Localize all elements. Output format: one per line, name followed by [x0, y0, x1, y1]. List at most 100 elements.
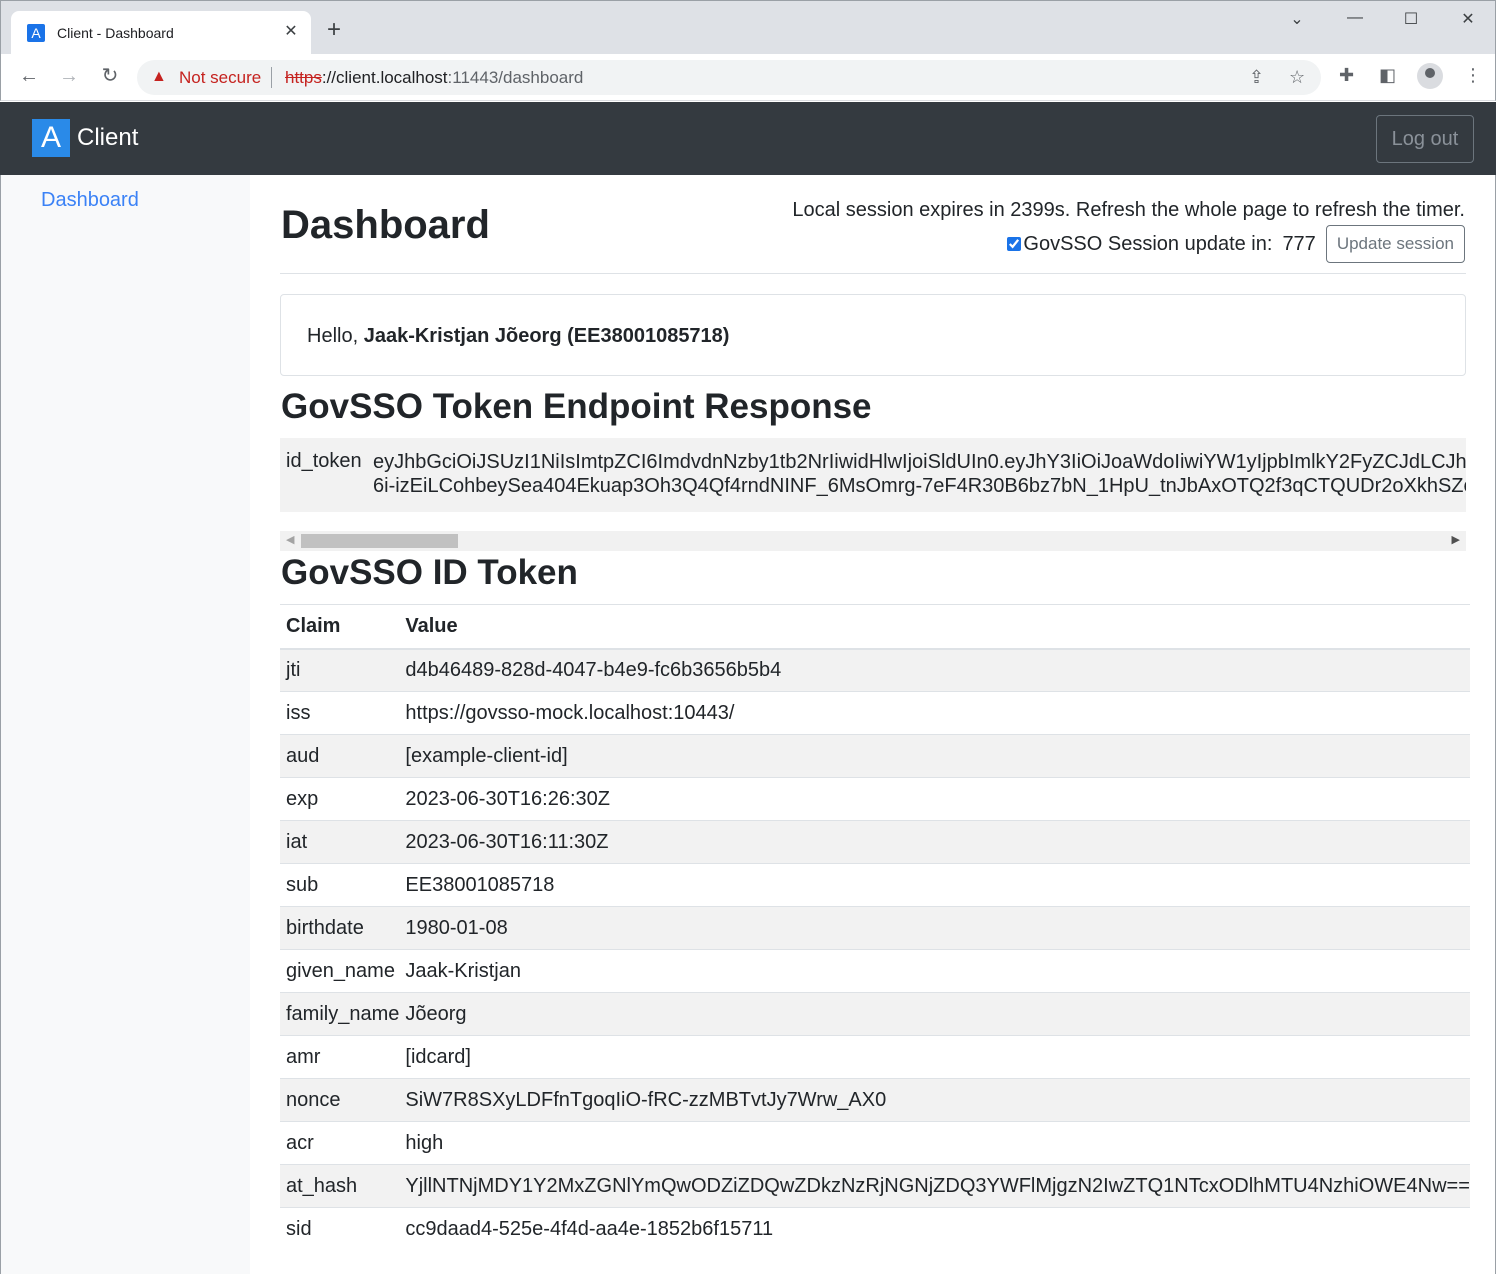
bookmark-star-icon[interactable]: ☆ [1289, 67, 1305, 88]
table-row: at_hash YjllNTNjMDY1Y2MxZGNlYmQwODZiZDQwZ… [280, 1164, 1470, 1208]
new-tab-icon[interactable]: + [327, 18, 341, 42]
table-row: nonce SiW7R8SXyLDFfnTgoqIiO-fRC-zzMBTvtJy… [280, 1078, 1470, 1122]
greeting-text: Hello, Jaak-Kristjan Jõeorg (EE380010857… [307, 325, 729, 348]
user-name: Jaak-Kristjan Jõeorg (EE38001085718) [363, 325, 730, 347]
browser-tab[interactable]: A Client - Dashboard ✕ [11, 11, 311, 55]
claim-name: family_name [280, 992, 400, 1036]
table-header-row: Claim Value [280, 604, 1470, 650]
table-row: iss https://govsso-mock.localhost:10443/ [280, 691, 1470, 735]
warning-icon[interactable]: ▲ [151, 68, 167, 86]
local-session-text: Local session expires in 2399s. Refresh … [792, 199, 1465, 221]
claim-name: exp [280, 777, 400, 821]
browser-toolbar: ← → ↻ ▲ Not secure https://client.localh… [0, 54, 1496, 101]
maximize-icon[interactable]: ☐ [1397, 9, 1425, 29]
claim-value: [idcard] [399, 1035, 1470, 1079]
scroll-right-icon[interactable]: ▶ [1452, 533, 1460, 546]
table-row: family_name Jõeorg [280, 992, 1470, 1036]
govsso-session-label: GovSSO Session update in: [1023, 232, 1273, 255]
govsso-session-counter: 777 [1282, 232, 1316, 255]
scroll-left-icon[interactable]: ◀ [286, 533, 294, 546]
claim-value: YjllNTNjMDY1Y2MxZGNlYmQwODZiZDQwZDkzNzRj… [399, 1164, 1470, 1208]
greeting-prefix: Hello, [307, 325, 359, 347]
claim-name: nonce [280, 1078, 400, 1122]
address-bar[interactable]: ▲ Not secure https://client.localhost:11… [137, 60, 1321, 95]
reload-icon[interactable]: ↻ [96, 64, 124, 88]
page-title: Dashboard [281, 203, 490, 247]
id-token-title: GovSSO ID Token [281, 553, 578, 592]
brand-name[interactable]: Client [77, 124, 138, 152]
close-window-icon[interactable]: ✕ [1454, 9, 1482, 29]
claim-value: high [399, 1121, 1470, 1165]
header-divider [280, 273, 1466, 274]
browser-tab-strip: A Client - Dashboard ✕ + ⌄ — ☐ ✕ [0, 0, 1496, 55]
table-row: given_name Jaak-Kristjan [280, 949, 1470, 993]
table-row: acr high [280, 1121, 1470, 1165]
claim-name: aud [280, 734, 400, 778]
token-value-line2: 6i-izEiLCohbeySea404Ekuap3Oh3Q4Qf4rndNIN… [373, 475, 1466, 497]
claim-value: 2023-06-30T16:11:30Z [399, 820, 1470, 864]
claim-value: [example-client-id] [399, 734, 1470, 778]
forward-icon[interactable]: → [55, 64, 83, 88]
tab-title: Client - Dashboard [57, 25, 174, 41]
table-row: aud [example-client-id] [280, 734, 1470, 778]
token-response-table: id_token eyJhbGciOiJSUzI1NiIsImtpZCI6Imd… [280, 438, 1466, 512]
scrollbar-thumb[interactable] [301, 534, 458, 548]
sidebar-item-dashboard[interactable]: Dashboard [41, 189, 139, 212]
app-navbar: A Client Log out [0, 102, 1496, 175]
govsso-session-row: GovSSO Session update in: 777 Update ses… [1007, 225, 1465, 263]
close-tab-icon[interactable]: ✕ [281, 21, 301, 41]
side-panel-icon[interactable]: ◧ [1379, 65, 1396, 86]
omnibox-divider [271, 67, 272, 88]
claim-value: SiW7R8SXyLDFfnTgoqIiO-fRC-zzMBTvtJy7Wrw_… [399, 1078, 1470, 1122]
token-value-line1: eyJhbGciOiJSUzI1NiIsImtpZCI6ImdvdnNzby1t… [373, 451, 1466, 473]
url-host: ://client.localhost [321, 68, 448, 87]
claim-value: 1980-01-08 [399, 906, 1470, 950]
back-icon[interactable]: ← [15, 64, 43, 88]
menu-kebab-icon[interactable]: ⋮ [1464, 65, 1482, 86]
url-scheme: https [285, 68, 322, 87]
claim-value: d4b46489-828d-4047-b4e9-fc6b3656b5b4 [399, 648, 1470, 692]
table-row: jti d4b46489-828d-4047-b4e9-fc6b3656b5b4 [280, 648, 1470, 692]
claim-name: given_name [280, 949, 400, 993]
claim-name: sid [280, 1207, 400, 1251]
favicon-icon: A [27, 24, 45, 42]
govsso-auto-update-checkbox[interactable] [1007, 237, 1022, 251]
claim-value: cc9daad4-525e-4f4d-aa4e-1852b6f15711 [399, 1207, 1470, 1251]
claim-name: iss [280, 691, 400, 735]
claim-name: birthdate [280, 906, 400, 950]
claim-value: Jõeorg [399, 992, 1470, 1036]
sidebar: Dashboard [0, 175, 250, 1274]
greeting-card: Hello, Jaak-Kristjan Jõeorg (EE380010857… [280, 294, 1466, 376]
claim-name: at_hash [280, 1164, 400, 1208]
not-secure-label[interactable]: Not secure [179, 68, 261, 88]
brand-logo-icon[interactable]: A [32, 119, 70, 157]
column-header-claim: Claim [280, 604, 400, 650]
claim-value: EE38001085718 [399, 863, 1470, 907]
table-row: exp 2023-06-30T16:26:30Z [280, 777, 1470, 821]
table-row: sub EE38001085718 [280, 863, 1470, 907]
table-row: sid cc9daad4-525e-4f4d-aa4e-1852b6f15711 [280, 1207, 1470, 1251]
share-icon[interactable]: ⇪ [1249, 67, 1264, 88]
horizontal-scrollbar[interactable]: ◀ ▶ [280, 531, 1466, 551]
claim-value: Jaak-Kristjan [399, 949, 1470, 993]
tab-search-icon[interactable]: ⌄ [1283, 9, 1311, 29]
claim-name: sub [280, 863, 400, 907]
column-header-value: Value [399, 604, 1470, 650]
claim-name: acr [280, 1121, 400, 1165]
token-response-title: GovSSO Token Endpoint Response [281, 387, 872, 426]
main-content: Dashboard Local session expires in 2399s… [250, 175, 1496, 1274]
claims-table: Claim Value jti d4b46489-828d-4047-b4e9-f… [280, 604, 1470, 1251]
table-row: amr [idcard] [280, 1035, 1470, 1079]
extensions-icon[interactable]: ✚ [1339, 65, 1354, 86]
url-path: :11443/dashboard [447, 68, 584, 87]
token-value: eyJhbGciOiJSUzI1NiIsImtpZCI6ImdvdnNzby1t… [373, 450, 1466, 498]
token-key: id_token [286, 450, 362, 472]
profile-avatar-icon[interactable] [1417, 63, 1443, 89]
logout-button[interactable]: Log out [1376, 115, 1474, 163]
minimize-icon[interactable]: — [1341, 9, 1369, 27]
claim-value: https://govsso-mock.localhost:10443/ [399, 691, 1470, 735]
claim-value: 2023-06-30T16:26:30Z [399, 777, 1470, 821]
url-text[interactable]: https://client.localhost:11443/dashboard [285, 68, 583, 88]
claim-name: jti [280, 648, 400, 692]
update-session-button[interactable]: Update session [1325, 225, 1465, 263]
